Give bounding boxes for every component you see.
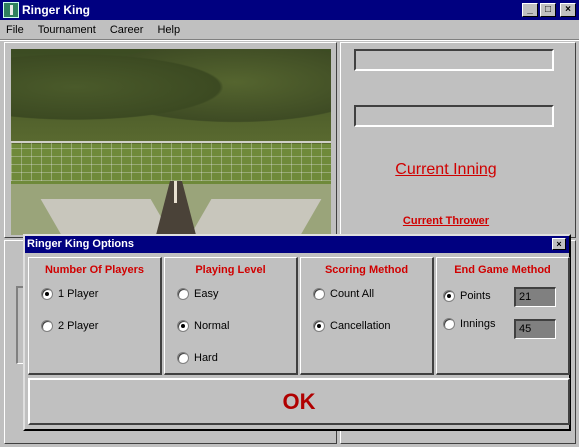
radio-circle [41,288,53,300]
radio-circle [41,320,53,332]
radio-circle [177,352,189,364]
ok-button[interactable]: OK [28,378,570,425]
radio-circle [443,318,455,330]
level-group-title: Playing Level [195,264,266,276]
endgame-group-title: End Game Method [454,264,551,276]
radio-label: Points [460,290,491,302]
player-score-box-2 [354,105,554,127]
dialog-title-bar: Ringer King Options × [25,236,569,253]
radio-label: Hard [194,352,218,364]
minimize-button[interactable]: _ [522,3,538,17]
radio-1-player[interactable]: 1 Player [41,288,98,300]
trees-background [11,49,331,144]
options-dialog: Ringer King Options × Number Of Players … [23,234,571,431]
current-thrower-label: Current Thrower [402,215,490,227]
radio-circle [177,288,189,300]
window-title: Ringer King [22,3,90,17]
scoring-group-title: Scoring Method [324,264,409,276]
radio-label: Normal [194,320,230,332]
scoring-group: Scoring Method Count All Cancellation [300,257,434,375]
menu-career[interactable]: Career [110,24,144,36]
innings-input[interactable]: 45 [514,319,556,339]
menu-file[interactable]: File [6,24,24,36]
endgame-group: End Game Method Points 21 Innings 45 [436,257,570,375]
radio-points[interactable]: Points [443,290,491,302]
radio-label: Innings [460,318,496,330]
current-inning-label: Current Inning [395,161,497,178]
court-video [11,49,331,235]
maximize-button[interactable]: □ [540,3,556,17]
ringer-king-app-icon[interactable] [3,2,19,18]
fence [11,141,331,181]
close-button[interactable]: × [560,3,576,17]
court-right-platform [190,199,322,235]
points-input[interactable]: 21 [514,287,556,307]
radio-2-player[interactable]: 2 Player [41,320,98,332]
radio-easy[interactable]: Easy [177,288,218,300]
video-panel [4,42,337,238]
level-group: Playing Level Easy Normal Hard [164,257,298,375]
menu-bar: File Tournament Career Help [0,20,579,39]
stake [174,181,177,203]
players-group: Number Of Players 1 Player 2 Player [28,257,162,375]
radio-label: 1 Player [58,288,99,300]
court-left-platform [40,199,172,235]
radio-hard[interactable]: Hard [177,352,218,364]
radio-label: Easy [194,288,219,300]
radio-label: Cancellation [330,320,391,332]
radio-circle [443,290,455,302]
menu-help[interactable]: Help [157,24,180,36]
radio-innings[interactable]: Innings [443,318,495,330]
radio-circle [313,288,325,300]
title-bar: Ringer King _ □ × [0,0,579,20]
radio-label: Count All [330,288,375,300]
player-score-box-1 [354,49,554,71]
menu-separator [0,39,579,41]
menu-tournament[interactable]: Tournament [38,24,96,36]
radio-count-all[interactable]: Count All [313,288,374,300]
dialog-close-button[interactable]: × [552,238,566,250]
radio-label: 2 Player [58,320,99,332]
dialog-title: Ringer King Options [27,238,134,250]
radio-circle [313,320,325,332]
radio-normal[interactable]: Normal [177,320,229,332]
score-panel: Current Inning Current Thrower [340,42,576,238]
radio-cancellation[interactable]: Cancellation [313,320,391,332]
radio-circle [177,320,189,332]
players-group-title: Number Of Players [44,264,145,276]
